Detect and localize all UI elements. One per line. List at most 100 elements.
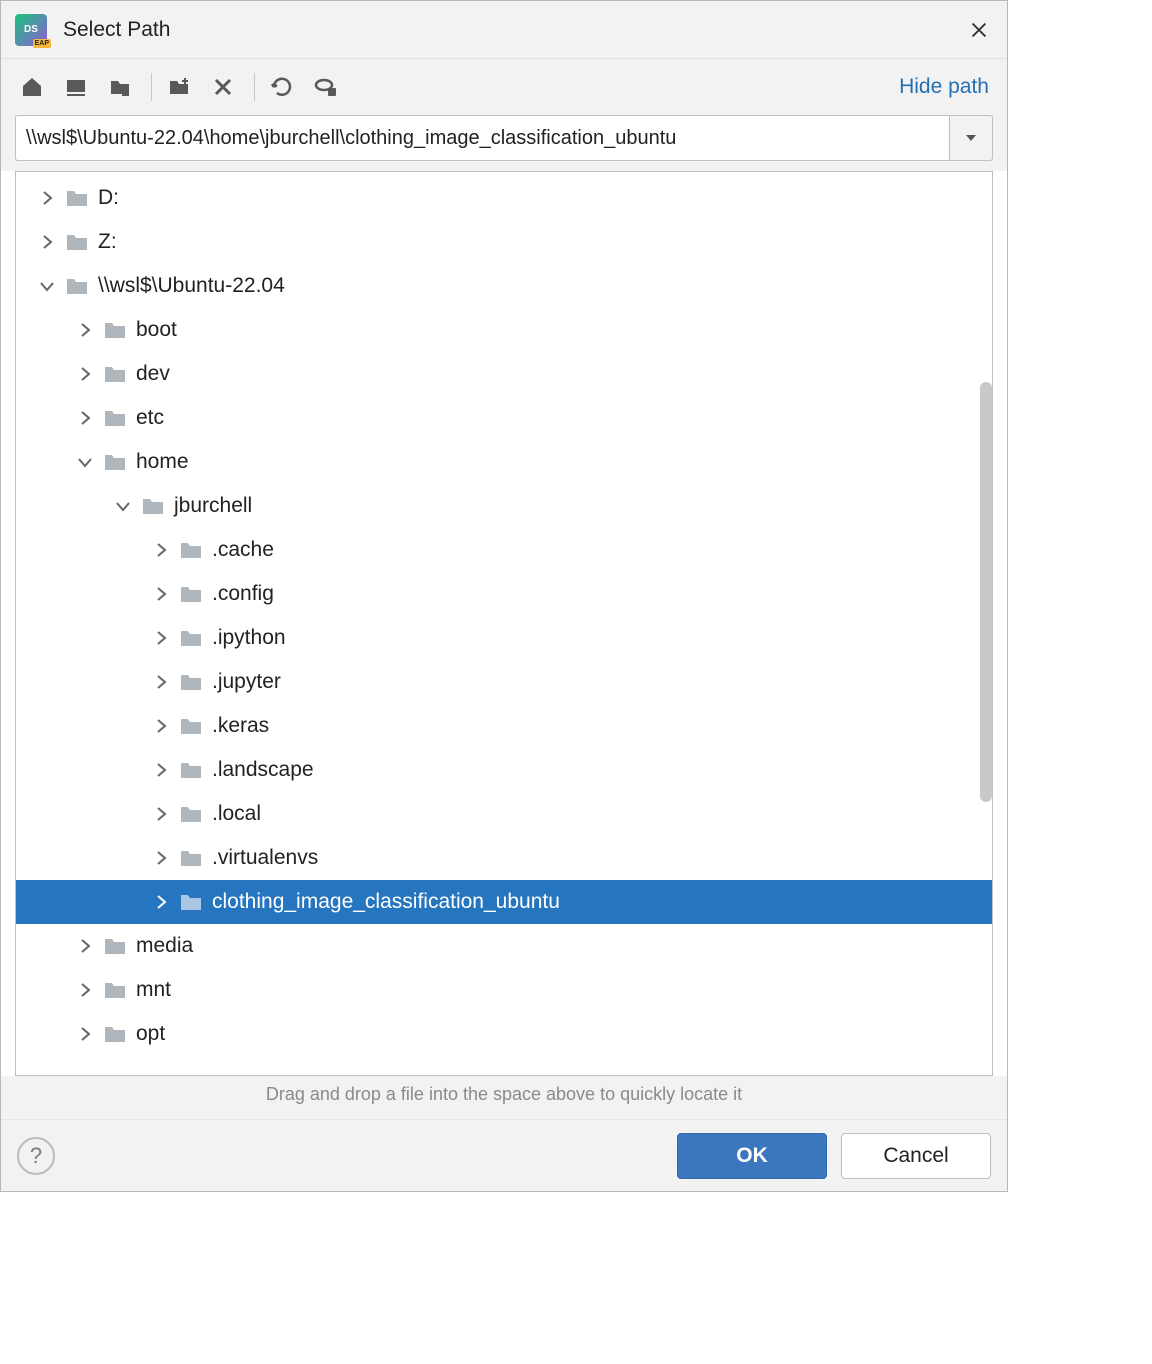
show-hidden-icon[interactable]	[309, 70, 343, 104]
tree-node-label: .ipython	[212, 626, 286, 650]
drop-hint: Drag and drop a file into the space abov…	[1, 1076, 1007, 1119]
folder-icon	[64, 273, 90, 299]
close-icon[interactable]	[965, 16, 993, 44]
ok-button[interactable]: OK	[677, 1133, 827, 1179]
folder-icon	[64, 185, 90, 211]
folder-icon	[102, 977, 128, 1003]
tree-node[interactable]: .keras	[16, 704, 992, 748]
new-folder-icon[interactable]	[162, 70, 196, 104]
tree-node-label: etc	[136, 406, 164, 430]
tree-node[interactable]: etc	[16, 396, 992, 440]
chevron-down-icon[interactable]	[74, 451, 96, 473]
chevron-right-icon[interactable]	[150, 803, 172, 825]
tree-node-label: .keras	[212, 714, 269, 738]
tree-node-label: home	[136, 450, 189, 474]
tree-node-label: \\wsl$\Ubuntu-22.04	[98, 274, 285, 298]
tree-node[interactable]: \\wsl$\Ubuntu-22.04	[16, 264, 992, 308]
tree-node[interactable]: home	[16, 440, 992, 484]
home-icon[interactable]	[15, 70, 49, 104]
tree-node[interactable]: boot	[16, 308, 992, 352]
tree-container: D: Z: \\wsl$\Ubuntu-22.04 boot dev etc home jbu…	[15, 171, 993, 1076]
chevron-right-icon[interactable]	[74, 363, 96, 385]
tree-node-label: .local	[212, 802, 261, 826]
tree-node-label: dev	[136, 362, 170, 386]
tree-node[interactable]: Z:	[16, 220, 992, 264]
tree-node[interactable]: dev	[16, 352, 992, 396]
tree-node-label: media	[136, 934, 193, 958]
folder-icon	[178, 713, 204, 739]
hide-path-link[interactable]: Hide path	[899, 75, 993, 99]
chevron-right-icon[interactable]	[150, 847, 172, 869]
folder-icon	[102, 405, 128, 431]
chevron-right-icon[interactable]	[36, 231, 58, 253]
cancel-button[interactable]: Cancel	[841, 1133, 991, 1179]
folder-icon	[178, 757, 204, 783]
folder-icon	[178, 801, 204, 827]
folder-icon	[178, 581, 204, 607]
folder-icon	[102, 1021, 128, 1047]
chevron-right-icon[interactable]	[150, 627, 172, 649]
tree-node-label: mnt	[136, 978, 171, 1002]
chevron-down-icon[interactable]	[36, 275, 58, 297]
tree-node[interactable]: jburchell	[16, 484, 992, 528]
tree-node-label: opt	[136, 1022, 165, 1046]
tree-node[interactable]: .ipython	[16, 616, 992, 660]
folder-tree[interactable]: D: Z: \\wsl$\Ubuntu-22.04 boot dev etc home jbu…	[16, 172, 992, 1056]
tree-node[interactable]: clothing_image_classification_ubuntu	[16, 880, 992, 924]
tree-node[interactable]: .landscape	[16, 748, 992, 792]
chevron-right-icon[interactable]	[150, 759, 172, 781]
folder-icon	[178, 889, 204, 915]
tree-node[interactable]: .local	[16, 792, 992, 836]
tree-node-label: clothing_image_classification_ubuntu	[212, 890, 560, 914]
folder-icon	[178, 845, 204, 871]
tree-node[interactable]: .jupyter	[16, 660, 992, 704]
tree-node[interactable]: .virtualenvs	[16, 836, 992, 880]
chevron-right-icon[interactable]	[150, 539, 172, 561]
project-icon[interactable]	[103, 70, 137, 104]
chevron-right-icon[interactable]	[150, 671, 172, 693]
tree-node[interactable]: mnt	[16, 968, 992, 1012]
folder-icon	[102, 361, 128, 387]
chevron-right-icon[interactable]	[74, 319, 96, 341]
refresh-icon[interactable]	[265, 70, 299, 104]
dialog-title: Select Path	[63, 18, 965, 42]
chevron-right-icon[interactable]	[150, 583, 172, 605]
chevron-right-icon[interactable]	[74, 979, 96, 1001]
desktop-icon[interactable]	[59, 70, 93, 104]
chevron-right-icon[interactable]	[74, 1023, 96, 1045]
titlebar: DSEAP Select Path	[1, 1, 1007, 59]
toolbar: Hide path	[1, 59, 1007, 115]
tree-node-label: .landscape	[212, 758, 314, 782]
chevron-right-icon[interactable]	[36, 187, 58, 209]
tree-node-label: .virtualenvs	[212, 846, 318, 870]
toolbar-separator	[151, 73, 152, 101]
help-button[interactable]: ?	[17, 1137, 55, 1175]
scrollbar[interactable]	[980, 382, 992, 802]
folder-icon	[102, 449, 128, 475]
folder-icon	[178, 669, 204, 695]
tree-node-label: .config	[212, 582, 274, 606]
path-row	[1, 115, 1007, 171]
tree-node-label: Z:	[98, 230, 117, 254]
chevron-right-icon[interactable]	[74, 407, 96, 429]
tree-node-label: .cache	[212, 538, 274, 562]
tree-node[interactable]: media	[16, 924, 992, 968]
tree-node[interactable]: D:	[16, 176, 992, 220]
path-dropdown[interactable]	[949, 115, 993, 161]
tree-node[interactable]: opt	[16, 1012, 992, 1056]
chevron-right-icon[interactable]	[150, 715, 172, 737]
chevron-right-icon[interactable]	[74, 935, 96, 957]
toolbar-separator	[254, 73, 255, 101]
delete-icon[interactable]	[206, 70, 240, 104]
tree-node-label: jburchell	[174, 494, 252, 518]
folder-icon	[64, 229, 90, 255]
folder-icon	[102, 933, 128, 959]
tree-node[interactable]: .config	[16, 572, 992, 616]
path-input[interactable]	[15, 115, 949, 161]
tree-node-label: boot	[136, 318, 177, 342]
chevron-right-icon[interactable]	[150, 891, 172, 913]
tree-node[interactable]: .cache	[16, 528, 992, 572]
folder-icon	[178, 625, 204, 651]
chevron-down-icon[interactable]	[112, 495, 134, 517]
folder-icon	[178, 537, 204, 563]
